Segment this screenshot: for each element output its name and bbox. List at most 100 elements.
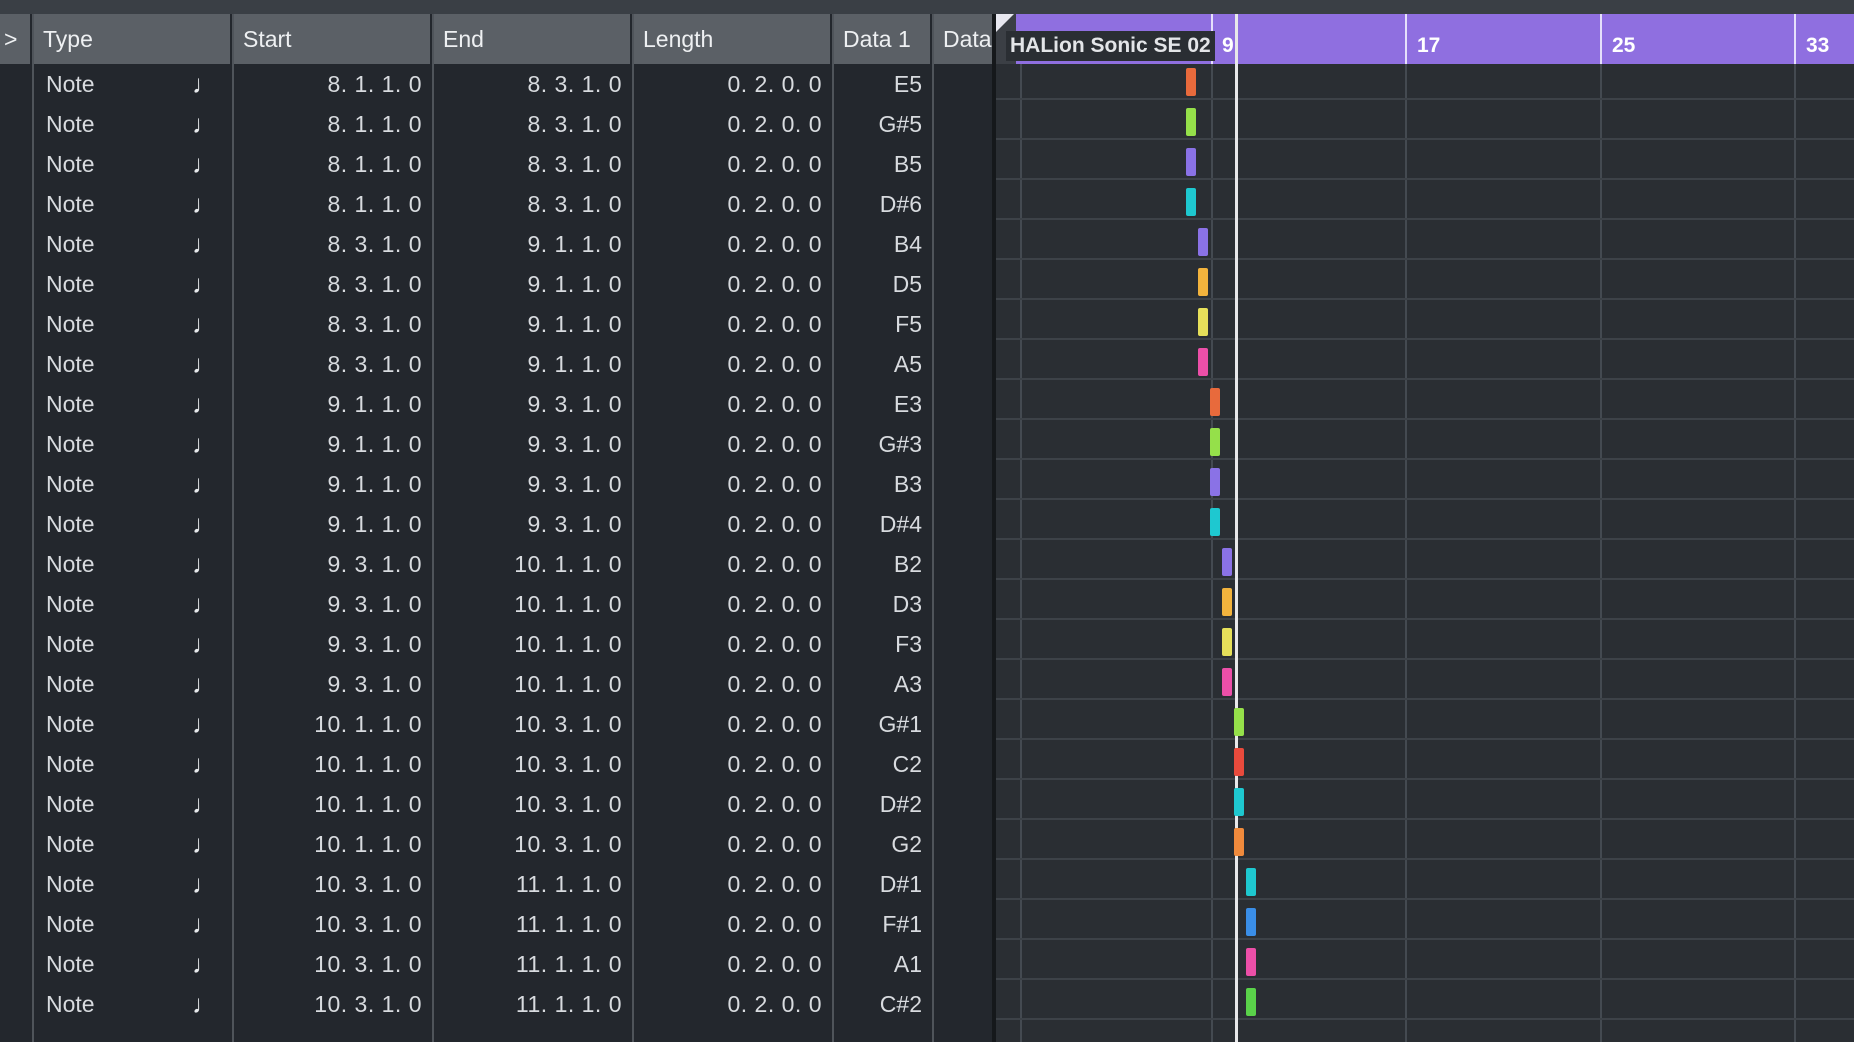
cell-end[interactable]: 10. 3. 1. 0	[438, 824, 622, 864]
cell-start[interactable]: 8. 1. 1. 0	[238, 144, 422, 184]
cell-end[interactable]: 9. 3. 1. 0	[438, 504, 622, 544]
cell-type[interactable]: Note	[46, 864, 95, 904]
note-event[interactable]	[1222, 588, 1232, 616]
cell-type[interactable]: Note	[46, 224, 95, 264]
cell-data1[interactable]: F5	[838, 304, 922, 344]
column-header-data1[interactable]: Data 1	[834, 14, 930, 64]
table-row[interactable]: Note 10. 1. 1. 0 10. 3. 1. 0 0. 2. 0. 0 G#1 ♩	[0, 704, 992, 744]
table-row[interactable]: Note 10. 1. 1. 0 10. 3. 1. 0 0. 2. 0. 0 D#2 ♩	[0, 784, 992, 824]
cell-type[interactable]: Note	[46, 504, 95, 544]
cell-data1[interactable]: D#6	[838, 184, 922, 224]
note-event[interactable]	[1186, 188, 1196, 216]
cell-start[interactable]: 8. 3. 1. 0	[238, 224, 422, 264]
cell-type[interactable]: Note	[46, 744, 95, 784]
cell-data1[interactable]: C#2	[838, 984, 922, 1024]
table-row[interactable]: Note 10. 1. 1. 0 10. 3. 1. 0 0. 2. 0. 0 C2 ♩	[0, 744, 992, 784]
cell-data1[interactable]: D5	[838, 264, 922, 304]
cell-start[interactable]: 8. 1. 1. 0	[238, 184, 422, 224]
cell-data1[interactable]: D3	[838, 584, 922, 624]
note-event[interactable]	[1198, 348, 1208, 376]
cell-data1[interactable]: G#5	[838, 104, 922, 144]
table-row[interactable]: Note 9. 3. 1. 0 10. 1. 1. 0 0. 2. 0. 0 A3 ♩	[0, 664, 992, 704]
cell-type[interactable]: Note	[46, 264, 95, 304]
note-event[interactable]	[1222, 668, 1232, 696]
cell-start[interactable]: 10. 3. 1. 0	[238, 864, 422, 904]
table-row[interactable]: Note 8. 1. 1. 0 8. 3. 1. 0 0. 2. 0. 0 E5 ♩	[0, 64, 992, 104]
instrument-track-label[interactable]: HALion Sonic SE 02	[1006, 31, 1215, 61]
cell-end[interactable]: 11. 1. 1. 0	[438, 944, 622, 984]
cell-start[interactable]: 8. 3. 1. 0	[238, 264, 422, 304]
note-event[interactable]	[1222, 548, 1232, 576]
cell-end[interactable]: 9. 3. 1. 0	[438, 424, 622, 464]
cell-start[interactable]: 9. 3. 1. 0	[238, 624, 422, 664]
cell-type[interactable]: Note	[46, 464, 95, 504]
cell-end[interactable]: 9. 1. 1. 0	[438, 344, 622, 384]
cell-start[interactable]: 9. 3. 1. 0	[238, 664, 422, 704]
cell-end[interactable]: 10. 1. 1. 0	[438, 624, 622, 664]
note-event[interactable]	[1198, 268, 1208, 296]
cell-length[interactable]: 0. 2. 0. 0	[638, 744, 822, 784]
table-row[interactable]: Note 8. 1. 1. 0 8. 3. 1. 0 0. 2. 0. 0 G#5 ♩	[0, 104, 992, 144]
cell-data1[interactable]: B5	[838, 144, 922, 184]
cell-data1[interactable]: F#1	[838, 904, 922, 944]
cell-start[interactable]: 9. 3. 1. 0	[238, 544, 422, 584]
note-event[interactable]	[1234, 828, 1244, 856]
cell-length[interactable]: 0. 2. 0. 0	[638, 384, 822, 424]
cell-start[interactable]: 9. 3. 1. 0	[238, 584, 422, 624]
cell-length[interactable]: 0. 2. 0. 0	[638, 584, 822, 624]
cell-type[interactable]: Note	[46, 424, 95, 464]
cell-type[interactable]: Note	[46, 904, 95, 944]
table-row[interactable]: Note 9. 1. 1. 0 9. 3. 1. 0 0. 2. 0. 0 E3 ♩	[0, 384, 992, 424]
cell-type[interactable]: Note	[46, 344, 95, 384]
cell-length[interactable]: 0. 2. 0. 0	[638, 504, 822, 544]
cell-end[interactable]: 11. 1. 1. 0	[438, 864, 622, 904]
cell-type[interactable]: Note	[46, 304, 95, 344]
note-event[interactable]	[1210, 508, 1220, 536]
cell-start[interactable]: 10. 3. 1. 0	[238, 944, 422, 984]
cell-length[interactable]: 0. 2. 0. 0	[638, 864, 822, 904]
table-row[interactable]: Note 8. 3. 1. 0 9. 1. 1. 0 0. 2. 0. 0 F5 ♩	[0, 304, 992, 344]
cell-length[interactable]: 0. 2. 0. 0	[638, 104, 822, 144]
cell-start[interactable]: 8. 1. 1. 0	[238, 104, 422, 144]
cell-length[interactable]: 0. 2. 0. 0	[638, 264, 822, 304]
cell-type[interactable]: Note	[46, 984, 95, 1024]
cell-start[interactable]: 9. 1. 1. 0	[238, 424, 422, 464]
table-row[interactable]: Note 9. 3. 1. 0 10. 1. 1. 0 0. 2. 0. 0 D3 ♩	[0, 584, 992, 624]
cell-type[interactable]: Note	[46, 104, 95, 144]
cell-data1[interactable]: E3	[838, 384, 922, 424]
playhead-cursor[interactable]	[1235, 14, 1238, 1042]
cell-data1[interactable]: E5	[838, 64, 922, 104]
note-event[interactable]	[1246, 908, 1256, 936]
cell-length[interactable]: 0. 2. 0. 0	[638, 944, 822, 984]
table-row[interactable]: Note 9. 1. 1. 0 9. 3. 1. 0 0. 2. 0. 0 G#3 ♩	[0, 424, 992, 464]
cell-data1[interactable]: B3	[838, 464, 922, 504]
cell-length[interactable]: 0. 2. 0. 0	[638, 344, 822, 384]
cell-length[interactable]: 0. 2. 0. 0	[638, 704, 822, 744]
column-header-end[interactable]: End	[434, 14, 630, 64]
cell-type[interactable]: Note	[46, 664, 95, 704]
table-row[interactable]: Note 10. 3. 1. 0 11. 1. 1. 0 0. 2. 0. 0 C#2 ♩	[0, 984, 992, 1024]
cell-start[interactable]: 10. 3. 1. 0	[238, 904, 422, 944]
cell-end[interactable]: 11. 1. 1. 0	[438, 904, 622, 944]
cell-type[interactable]: Note	[46, 824, 95, 864]
note-event[interactable]	[1234, 708, 1244, 736]
cell-start[interactable]: 8. 3. 1. 0	[238, 344, 422, 384]
cell-end[interactable]: 9. 3. 1. 0	[438, 464, 622, 504]
note-event[interactable]	[1246, 948, 1256, 976]
column-header-data2[interactable]: Data	[934, 14, 992, 64]
column-header-type[interactable]: Type	[34, 14, 230, 64]
table-row[interactable]: Note 9. 3. 1. 0 10. 1. 1. 0 0. 2. 0. 0 F3 ♩	[0, 624, 992, 664]
cell-end[interactable]: 8. 3. 1. 0	[438, 144, 622, 184]
cell-data1[interactable]: C2	[838, 744, 922, 784]
cell-length[interactable]: 0. 2. 0. 0	[638, 824, 822, 864]
table-row[interactable]: Note 8. 3. 1. 0 9. 1. 1. 0 0. 2. 0. 0 D5 ♩	[0, 264, 992, 304]
cell-end[interactable]: 10. 1. 1. 0	[438, 544, 622, 584]
cell-end[interactable]: 9. 1. 1. 0	[438, 224, 622, 264]
cell-data1[interactable]: G#1	[838, 704, 922, 744]
note-event[interactable]	[1210, 388, 1220, 416]
cell-length[interactable]: 0. 2. 0. 0	[638, 784, 822, 824]
cell-end[interactable]: 10. 1. 1. 0	[438, 584, 622, 624]
table-row[interactable]: Note 10. 3. 1. 0 11. 1. 1. 0 0. 2. 0. 0 F#1 ♩	[0, 904, 992, 944]
cell-start[interactable]: 8. 1. 1. 0	[238, 64, 422, 104]
cell-length[interactable]: 0. 2. 0. 0	[638, 544, 822, 584]
